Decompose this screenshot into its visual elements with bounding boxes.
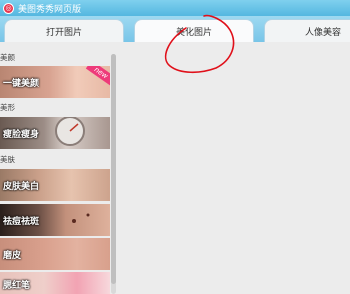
app-title: 美图秀秀网页版 — [18, 4, 82, 15]
tab-bar: 打开图片 美化图片 人像美容 — [0, 16, 350, 42]
tab-label: 人像美容 — [305, 27, 342, 38]
section-title-shape: 美形 — [0, 103, 15, 112]
tab-beautify-image[interactable]: 美化图片 — [134, 19, 254, 42]
tool-label: 瘦脸瘦身 — [3, 129, 40, 140]
tool-label: 祛痘祛斑 — [3, 216, 40, 227]
tool-one-click-beauty[interactable]: 一键美颜 new — [0, 66, 110, 98]
tool-slim-face-body[interactable]: 瘦脸瘦身 — [0, 117, 110, 149]
tab-portrait-beauty[interactable]: 人像美容 — [264, 19, 350, 42]
tool-sidebar: 美颜 一键美颜 new 美形 瘦脸瘦身 美肤 皮肤美白 祛痘祛斑 磨皮 腮红笔 — [0, 42, 118, 294]
section-title-skin: 美肤 — [0, 155, 15, 164]
tool-blush-pen[interactable]: 腮红笔 — [0, 272, 110, 294]
tool-label: 磨皮 — [3, 250, 22, 261]
tool-label: 腮红笔 — [3, 280, 31, 291]
workspace: 美颜 一键美颜 new 美形 瘦脸瘦身 美肤 皮肤美白 祛痘祛斑 磨皮 腮红笔 — [0, 42, 350, 294]
tab-label: 打开图片 — [45, 27, 82, 38]
tool-skin-whitening[interactable]: 皮肤美白 — [0, 169, 110, 201]
tool-label: 皮肤美白 — [3, 181, 40, 192]
tool-smooth-skin[interactable]: 磨皮 — [0, 238, 110, 270]
sidebar-scrollbar[interactable] — [111, 54, 116, 294]
app-logo-icon: ◎ — [3, 2, 14, 14]
tool-label: 一键美颜 — [3, 78, 40, 89]
section-title-beauty: 美颜 — [0, 53, 15, 62]
tab-open-image[interactable]: 打开图片 — [4, 19, 124, 42]
scrollbar-thumb[interactable] — [111, 54, 116, 284]
tab-label: 美化图片 — [175, 27, 212, 38]
tool-acne-removal[interactable]: 祛痘祛斑 — [0, 204, 110, 236]
title-bar: ◎ 美图秀秀网页版 — [0, 0, 350, 16]
